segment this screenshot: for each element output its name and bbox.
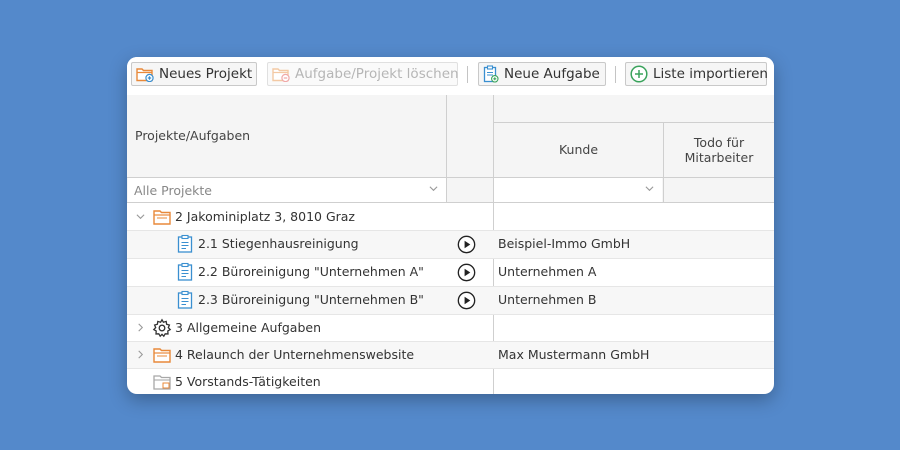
folder-gray-icon [153,375,171,390]
folder-icon [153,210,171,225]
folder-icon [153,348,171,363]
plus-circle-icon [630,64,648,84]
tree-row-task[interactable]: 2.2 Büroreinigung "Unternehmen A" Untern… [127,258,774,286]
column-header-todo-label: Todo für Mitarbeiter [684,135,754,165]
grid-divider [127,177,774,178]
play-icon[interactable] [457,263,476,282]
play-icon[interactable] [457,291,476,310]
chevron-right-icon[interactable] [136,323,145,332]
import-list-button[interactable]: Liste importieren [625,62,768,86]
tree-row-task[interactable]: 2.3 Büroreinigung "Unternehmen B" Untern… [127,286,774,314]
row-label: 3 Allgemeine Aufgaben [175,320,321,335]
row-divider [127,314,774,315]
new-task-button[interactable]: Neue Aufgabe [478,62,606,86]
column-header-projects-label: Projekte/Aufgaben [135,128,251,143]
row-customer: Beispiel-Immo GmbH [498,236,631,251]
clipboard-icon [177,234,193,253]
grid-divider [446,95,447,202]
row-customer: Max Mustermann GmbH [498,347,650,362]
new-project-button[interactable]: Neues Projekt [131,62,257,86]
toolbar-separator [615,66,616,83]
grid-divider [663,122,664,202]
new-project-label: Neues Projekt [159,66,253,82]
row-label: 5 Vorstands-Tätigkeiten [175,374,321,389]
row-divider [127,230,774,231]
new-task-label: Neue Aufgabe [504,66,600,82]
folder-add-icon [136,64,154,84]
tree-row-task[interactable]: 2.1 Stiegenhausreinigung Beispiel-Immo G… [127,230,774,258]
chevron-down-icon [645,186,654,192]
chevron-down-icon[interactable] [136,212,145,221]
clipboard-icon [177,262,193,281]
play-icon[interactable] [457,235,476,254]
column-header-customer-label: Kunde [558,142,599,157]
row-customer: Unternehmen B [498,292,597,307]
chevron-right-icon[interactable] [136,350,145,359]
folder-delete-icon [272,64,290,84]
import-list-label: Liste importieren [653,66,768,82]
projects-filter-select[interactable]: Alle Projekte [128,178,446,202]
column-group-header [494,95,774,122]
row-label: 4 Relaunch der Unternehmenswebsite [175,347,415,362]
tree-row-project[interactable]: 2 Jakominiplatz 3, 8010 Graz [127,203,774,231]
clipboard-icon [177,290,193,309]
app-window: Neues Projekt Aufgabe/Projekt löschen Ne… [127,57,774,394]
column-header-todo[interactable]: Todo für Mitarbeiter [664,123,774,177]
gear-icon [152,318,172,338]
grid-divider [494,122,774,123]
row-divider [127,286,774,287]
delete-label: Aufgabe/Projekt löschen [295,66,459,82]
column-header-customer[interactable]: Kunde [494,123,663,177]
row-label: 2.1 Stiegenhausreinigung [198,236,359,251]
row-label: 2 Jakominiplatz 3, 8010 Graz [175,209,355,224]
row-divider [127,341,774,342]
row-label: 2.2 Büroreinigung "Unternehmen A" [198,264,424,279]
row-divider [127,368,774,369]
clipboard-add-icon [483,64,499,84]
chevron-down-icon [429,186,438,192]
toolbar: Neues Projekt Aufgabe/Projekt löschen Ne… [127,57,774,96]
customer-filter-select[interactable] [494,178,662,202]
toolbar-separator [467,66,468,83]
delete-button[interactable]: Aufgabe/Projekt löschen [267,62,459,86]
tree-row-project[interactable]: 5 Vorstands-Tätigkeiten [127,368,774,394]
row-divider [127,258,774,259]
tree-row-project[interactable]: 4 Relaunch der Unternehmenswebsite Max M… [127,341,774,369]
column-header-projects[interactable]: Projekte/Aufgaben [127,95,446,177]
row-label: 2.3 Büroreinigung "Unternehmen B" [198,292,424,307]
projects-filter-value: Alle Projekte [134,182,212,198]
tree-row-project[interactable]: 3 Allgemeine Aufgaben [127,314,774,342]
column-header-action [447,95,493,177]
row-customer: Unternehmen A [498,264,597,279]
